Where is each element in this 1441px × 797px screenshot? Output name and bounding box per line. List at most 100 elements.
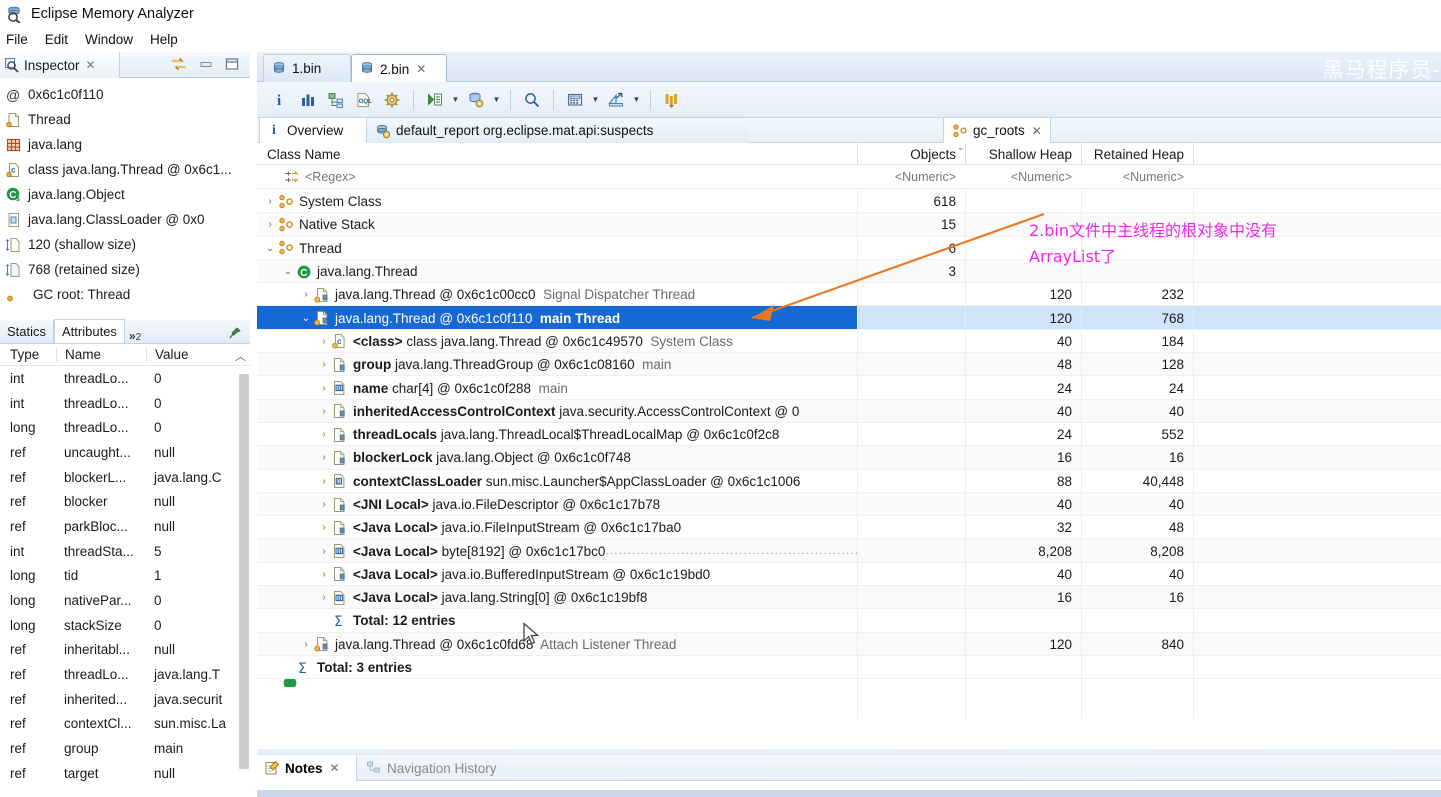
table-row[interactable]: › System Class 618 [257, 190, 1441, 214]
table-row[interactable]: › java.lang.Thread @ 0x6c1c00cc0 Signal D… [257, 283, 1441, 307]
attributes-table-row[interactable]: ref uncaught... null [0, 440, 250, 465]
table-row[interactable]: › <JNI Local> java.io.FileDescriptor @ 0x… [257, 492, 1441, 517]
list-item[interactable]: java.lang.ClassLoader @ 0x0 [0, 207, 250, 232]
attributes-table-row[interactable]: ref target null [0, 761, 250, 786]
table-row[interactable]: › <Java Local> java.io.FileInputStream @ … [257, 516, 1441, 540]
chevron-right-icon[interactable]: › [317, 476, 331, 487]
attributes-table-row[interactable]: ref group main [0, 736, 250, 761]
list-item[interactable]: java.lang [0, 132, 250, 157]
attributes-table-row[interactable]: ref contextCl... sun.misc.La [0, 712, 250, 737]
column-header-class-name[interactable]: Class Name [257, 143, 857, 165]
chevron-right-icon[interactable]: › [299, 289, 313, 300]
column-header-type[interactable]: Type [0, 347, 56, 362]
filter-shallow-heap[interactable]: <Numeric> [965, 165, 1081, 189]
filter-retained-heap[interactable]: <Numeric> [1081, 165, 1193, 189]
chevron-right-icon[interactable]: › [317, 383, 331, 394]
menu-edit[interactable]: Edit [45, 32, 77, 47]
oql-icon[interactable]: OQL [351, 87, 377, 113]
chevron-right-icon[interactable]: › [317, 359, 331, 370]
chevron-down-icon[interactable]: ⌄ [263, 243, 277, 254]
table-row[interactable]: › java.lang.Thread @ 0x6c1c0fd68 Attach L… [257, 632, 1441, 656]
list-item[interactable]: 768 (retained size) [0, 257, 250, 282]
tab-inspector[interactable]: Inspector ✕ [0, 52, 120, 78]
attributes-table-row[interactable]: ref parkBloc... null [0, 514, 250, 539]
tab-notes[interactable]: Notes ✕ [257, 755, 357, 781]
attributes-table-row[interactable]: ref blockerL... java.lang.C [0, 465, 250, 490]
menu-file[interactable]: File [6, 32, 37, 47]
table-row[interactable]: Σ Total: 12 entries [257, 609, 1441, 633]
column-header-shallow-heap[interactable]: Shallow Heap [965, 143, 1081, 165]
chevron-right-icon[interactable]: › [317, 406, 331, 417]
table-row[interactable]: › name char[4] @ 0x6c1c0f288 main 24 24 [257, 376, 1441, 400]
column-header-retained-heap[interactable]: Retained Heap [1081, 143, 1193, 165]
chevron-right-icon[interactable]: › [317, 452, 331, 463]
table-row[interactable]: ⌄ Cjava.lang.Thread 3 [257, 259, 1441, 284]
table-row[interactable]: › blockerLock java.lang.Object @ 0x6c1c0f… [257, 446, 1441, 470]
histogram-icon[interactable] [295, 87, 321, 113]
tab-overview[interactable]: i Overview [259, 118, 367, 144]
chevron-right-icon[interactable]: › [317, 546, 331, 557]
scrollbar-thumb[interactable] [239, 374, 249, 769]
list-item[interactable]: C s java.lang.Object [0, 182, 250, 207]
attributes-table-row[interactable]: int threadLo... 0 [0, 391, 250, 416]
tab-2bin[interactable]: 2.bin ✕ [351, 54, 447, 83]
minimize-icon[interactable] [198, 56, 214, 72]
table-row[interactable]: Σ Total: 3 entries [257, 656, 1441, 680]
list-item[interactable]: Thread [0, 107, 250, 132]
tab-gc-roots[interactable]: gc_roots ✕ [943, 118, 1051, 144]
query-browser-icon[interactable] [463, 87, 489, 113]
attributes-table-row[interactable]: long tid 1 [0, 564, 250, 589]
chevron-down-icon[interactable]: ▼ [590, 87, 601, 113]
column-divider[interactable] [1193, 190, 1194, 719]
link-with-editor-icon[interactable] [170, 56, 188, 74]
calculator-icon[interactable] [562, 87, 588, 113]
chevron-right-icon[interactable]: › [317, 522, 331, 533]
tab-statics[interactable]: Statics [0, 320, 55, 343]
list-item[interactable]: 120 (shallow size) [0, 232, 250, 257]
list-item[interactable]: GC root: Thread [0, 282, 250, 307]
table-row[interactable]: › 0 contextClassLoader sun.misc.Launcher$A… [257, 470, 1441, 493]
attributes-table-row[interactable]: long threadLo... 0 [0, 415, 250, 440]
close-icon[interactable]: ✕ [330, 761, 340, 775]
search-icon[interactable] [519, 87, 545, 113]
compare-icon[interactable] [659, 87, 685, 113]
attributes-table-row[interactable]: ref threadLo... java.lang.T [0, 662, 250, 687]
dominator-tree-icon[interactable] [323, 87, 349, 113]
chevron-down-icon[interactable]: ▼ [491, 87, 502, 113]
tab-default-report[interactable]: default_report org.eclipse.mat.api:suspe… [367, 118, 749, 143]
attributes-table-row[interactable]: ref inherited... java.securit [0, 687, 250, 712]
chevron-right-icon[interactable]: › [317, 429, 331, 440]
close-icon[interactable]: ✕ [86, 58, 96, 72]
maximize-icon[interactable] [224, 56, 240, 72]
scroll-up-arrow-icon[interactable]: ︿ [235, 348, 246, 364]
attributes-table-row[interactable]: int threadLo... 0 [0, 366, 250, 391]
chevron-right-icon[interactable]: › [317, 499, 331, 510]
tab-1bin[interactable]: 1.bin [263, 54, 351, 82]
chevron-down-icon[interactable]: ⌄ [281, 266, 295, 277]
run-expert-system-icon[interactable] [422, 87, 448, 113]
list-item[interactable]: c class java.lang.Thread @ 0x6c1... [0, 157, 250, 182]
export-icon[interactable] [603, 87, 629, 113]
table-row[interactable]: › <Java Local> java.io.BufferedInputStrea… [257, 563, 1441, 587]
column-header-name[interactable]: Name [56, 347, 146, 362]
filter-objects[interactable]: <Numeric> [857, 165, 965, 189]
menu-help[interactable]: Help [150, 32, 187, 47]
attributes-table-row[interactable]: long nativePar... 0 [0, 588, 250, 613]
chevron-right-icon[interactable]: › [263, 219, 277, 230]
attributes-table-row[interactable]: ref blocker null [0, 489, 250, 514]
chevron-right-icon[interactable]: › [317, 336, 331, 347]
table-row[interactable]: › c <class> class java.lang.Thread @ 0x6c1… [257, 330, 1441, 354]
list-item[interactable]: @ 0x6c1c0f110 [0, 82, 250, 107]
tab-attributes[interactable]: Attributes [54, 319, 125, 343]
tab-overflow-chevron[interactable]: » 2 [125, 329, 145, 343]
vertical-splitter[interactable] [250, 52, 257, 797]
chevron-right-icon[interactable]: › [317, 592, 331, 603]
info-icon[interactable]: i [267, 87, 293, 113]
attributes-table-row[interactable]: long stackSize 0 [0, 613, 250, 638]
chevron-right-icon[interactable]: › [317, 569, 331, 580]
tab-navigation-history[interactable]: Navigation History [359, 755, 539, 781]
chevron-down-icon[interactable]: ⌄ [299, 313, 313, 324]
attributes-table-row[interactable]: int threadSta... 5 [0, 539, 250, 564]
chevron-right-icon[interactable]: › [263, 196, 277, 207]
column-header-objects[interactable]: Objects [857, 143, 965, 165]
